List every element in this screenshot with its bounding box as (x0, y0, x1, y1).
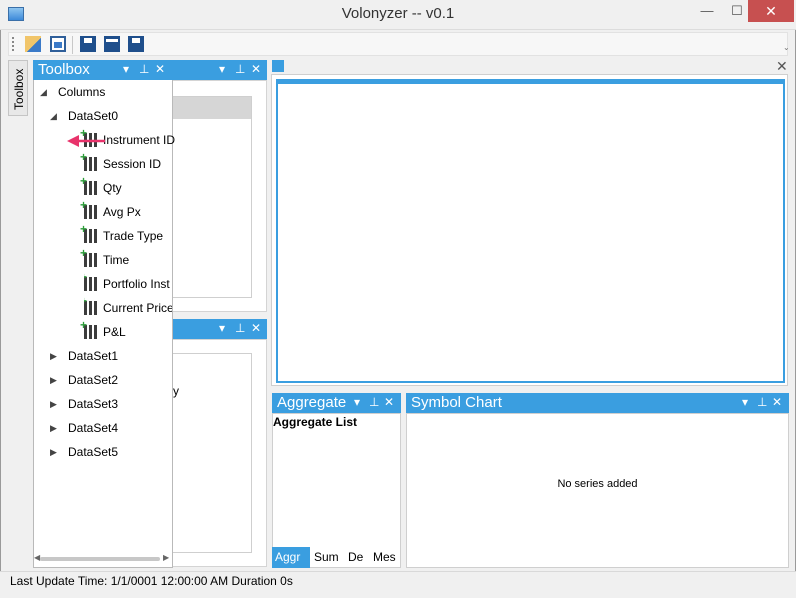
close-window-button[interactable]: ✕ (748, 0, 794, 22)
add-column-icon (80, 223, 97, 243)
window-title: Volonyzer -- v0.1 (341, 5, 455, 22)
scroll-right-icon[interactable]: ▶ (163, 553, 169, 562)
toolbox-header: Toolbox ▾ ⊥ ✕ (33, 60, 173, 80)
aggregate-body (272, 413, 401, 568)
pin-icon[interactable]: ⊥ (235, 321, 245, 335)
collapsed-arrow-icon[interactable]: ▶ (50, 369, 57, 391)
close-icon[interactable]: ✕ (384, 395, 394, 409)
column-label: Instrument ID (103, 133, 176, 147)
collapsed-arrow-icon[interactable]: ▶ (50, 417, 57, 439)
main-toolbar: ⌄ (8, 32, 790, 56)
annotation-arrow-icon (67, 135, 105, 147)
pin-icon[interactable]: ⊥ (235, 62, 245, 76)
aggregate-list-title: Aggregate List (273, 415, 358, 429)
empty-chart-message: No series added (557, 478, 638, 490)
collapsed-arrow-icon[interactable]: ▶ (50, 393, 57, 415)
add-column-icon (84, 273, 97, 291)
document-tab[interactable] (272, 60, 284, 72)
document-tab-strip (271, 60, 788, 74)
toolbar-separator (72, 36, 73, 54)
document-content-area[interactable] (276, 79, 785, 383)
symbol-chart-header: Symbol Chart ▾ ⊥ ✕ (406, 393, 789, 413)
pin-icon[interactable]: ⊥ (757, 395, 767, 409)
minimize-button[interactable]: — (692, 0, 722, 22)
chevron-down-icon[interactable]: ▾ (354, 395, 360, 409)
horizontal-scrollbar[interactable] (40, 557, 160, 561)
close-icon[interactable]: ✕ (251, 321, 261, 335)
toolbox-title: Toolbox (38, 61, 90, 78)
pin-icon[interactable]: ⊥ (139, 62, 149, 76)
chevron-down-icon[interactable]: ▾ (123, 62, 129, 76)
import-icon[interactable] (50, 36, 66, 52)
save-all-icon[interactable] (128, 36, 144, 52)
column-label: Time (103, 253, 130, 267)
tab-mes[interactable]: Mes (370, 547, 400, 568)
save-icon[interactable] (80, 36, 96, 52)
toolbox-side-tab-label: Toolbox (12, 68, 26, 110)
status-text: Last Update Time: 1/1/0001 12:00:00 AM D… (10, 574, 293, 588)
aggregate-header: Aggregate ▾ ⊥ ✕ (272, 393, 401, 413)
add-column-icon (84, 297, 97, 315)
tree-node-label: DataSet2 (68, 373, 119, 387)
partial-list-text: y (173, 384, 179, 398)
add-column-icon (80, 175, 97, 195)
pin-icon[interactable]: ⊥ (369, 395, 379, 409)
close-icon[interactable]: ✕ (772, 395, 782, 409)
column-label: Avg Px (103, 205, 141, 219)
column-label: Portfolio Inst (103, 277, 170, 291)
chevron-down-icon[interactable]: ▾ (219, 62, 225, 76)
chevron-down-icon[interactable]: ▾ (742, 395, 748, 409)
add-column-icon (80, 151, 97, 171)
tree-node-label: DataSet3 (68, 397, 119, 411)
toolbar-grip[interactable] (12, 37, 14, 51)
add-column-icon (80, 319, 97, 339)
tree-node-label: DataSet1 (68, 349, 119, 363)
column-label: Trade Type (103, 229, 164, 243)
tree-node-label: Columns (58, 85, 106, 99)
tree-column-item[interactable]: Portfolio Inst (84, 273, 172, 295)
tree-node-label: DataSet4 (68, 421, 119, 435)
aggregate-title: Aggregate (277, 394, 347, 411)
collapsed-arrow-icon[interactable]: ▶ (50, 441, 57, 463)
tree-column-item[interactable]: Current Price (84, 297, 172, 319)
save-layout-icon[interactable] (104, 36, 120, 52)
tab-aggr[interactable]: Aggr (272, 547, 310, 568)
expanded-arrow-icon[interactable]: ◢ (40, 81, 47, 103)
tree-node-label: DataSet0 (68, 109, 119, 123)
close-icon[interactable]: ✕ (155, 62, 165, 76)
symbol-chart-body[interactable] (406, 413, 789, 568)
tab-sum[interactable]: Sum (311, 547, 341, 568)
column-label: Current Price (103, 301, 172, 315)
collapsed-arrow-icon[interactable]: ▶ (50, 345, 57, 367)
aggregate-tab-strip: Aggr Sum De Mes (272, 547, 401, 568)
tab-de[interactable]: De (345, 547, 369, 568)
column-label: P&L (103, 325, 126, 339)
add-column-icon (80, 199, 97, 219)
toolbar-overflow-icon[interactable]: ⌄ (783, 43, 790, 52)
close-icon[interactable]: ✕ (251, 62, 261, 76)
column-label: Qty (103, 181, 122, 195)
symbol-chart-title: Symbol Chart (411, 394, 502, 411)
open-folder-icon[interactable] (25, 36, 41, 52)
column-label: Session ID (103, 157, 162, 171)
add-column-icon (80, 247, 97, 267)
chevron-down-icon[interactable]: ▾ (219, 321, 225, 335)
expanded-arrow-icon[interactable]: ◢ (50, 105, 57, 127)
tree-node-label: DataSet5 (68, 445, 119, 459)
close-icon[interactable]: ✕ (776, 58, 788, 75)
